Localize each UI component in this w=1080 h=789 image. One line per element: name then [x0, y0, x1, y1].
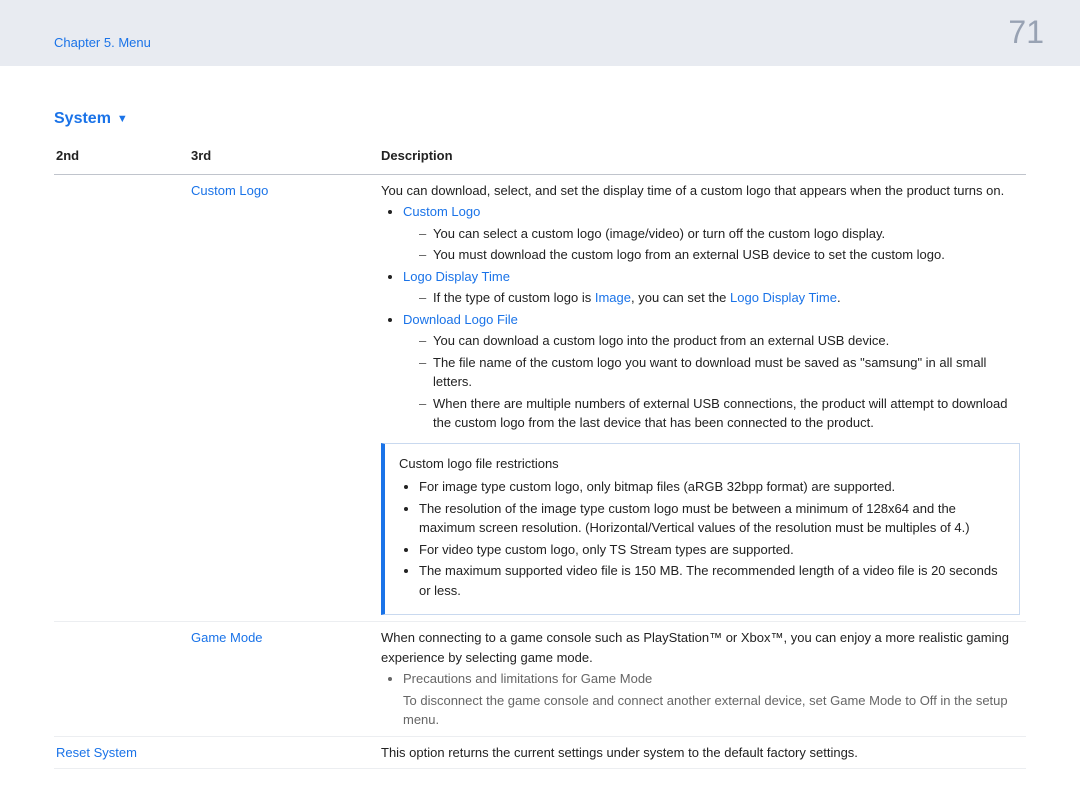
sub-custom-logo-d2: You must download the custom logo from a…	[419, 245, 1020, 265]
section-title: System	[54, 110, 111, 128]
reset-system-link[interactable]: Reset System	[56, 745, 137, 760]
cell-3rd	[189, 736, 379, 769]
sub-download-d3: When there are multiple numbers of exter…	[419, 394, 1020, 433]
page-content: System ▼ 2nd 3rd Description Custom Logo…	[0, 66, 1080, 789]
table-row: Custom Logo You can download, select, an…	[54, 174, 1026, 622]
cell-description: This option returns the current settings…	[379, 736, 1026, 769]
cell-description: When connecting to a game console such a…	[379, 622, 1026, 737]
game-mode-subline: To disconnect the game console and conne…	[403, 691, 1020, 730]
chapter-title: Chapter 5. Menu	[54, 35, 151, 50]
table-row: Reset System This option returns the cur…	[54, 736, 1026, 769]
header-bar: Chapter 5. Menu 71	[0, 0, 1080, 66]
cell-2nd	[54, 622, 189, 737]
cell-2nd: Reset System	[54, 736, 189, 769]
sub-logo-display-time-d1: If the type of custom logo is Image, you…	[419, 288, 1020, 308]
cell-3rd: Game Mode	[189, 622, 379, 737]
col-header-description: Description	[379, 140, 1026, 174]
game-mode-subtitle: Precautions and limitations for Game Mod…	[403, 669, 1020, 689]
custom-logo-intro: You can download, select, and set the di…	[381, 181, 1020, 201]
dropdown-icon: ▼	[117, 113, 128, 125]
menu-table: 2nd 3rd Description Custom Logo You can …	[54, 140, 1026, 769]
page-number: 71	[1008, 14, 1044, 51]
note-b4: The maximum supported video file is 150 …	[419, 561, 1005, 600]
game-mode-link[interactable]: Game Mode	[191, 630, 263, 645]
section-heading-system[interactable]: System ▼	[54, 110, 128, 128]
table-header-row: 2nd 3rd Description	[54, 140, 1026, 174]
col-header-2nd: 2nd	[54, 140, 189, 174]
sub-download-d2: The file name of the custom logo you wan…	[419, 353, 1020, 392]
sub-download-logo-file-title: Download Logo File	[403, 312, 518, 327]
sub-custom-logo-title: Custom Logo	[403, 204, 480, 219]
sub-custom-logo-d1: You can select a custom logo (image/vide…	[419, 224, 1020, 244]
game-mode-intro: When connecting to a game console such a…	[381, 628, 1020, 667]
note-b1: For image type custom logo, only bitmap …	[419, 477, 1005, 497]
reset-system-intro: This option returns the current settings…	[381, 745, 858, 760]
note-b2: The resolution of the image type custom …	[419, 499, 1005, 538]
sub-logo-display-time-title: Logo Display Time	[403, 269, 510, 284]
sub-download-d1: You can download a custom logo into the …	[419, 331, 1020, 351]
cell-description: You can download, select, and set the di…	[379, 174, 1026, 622]
table-row: Game Mode When connecting to a game cons…	[54, 622, 1026, 737]
cell-3rd: Custom Logo	[189, 174, 379, 622]
note-b3: For video type custom logo, only TS Stre…	[419, 540, 1005, 560]
cell-2nd	[54, 174, 189, 622]
restrictions-note: Custom logo file restrictions For image …	[381, 443, 1020, 616]
col-header-3rd: 3rd	[189, 140, 379, 174]
note-title: Custom logo file restrictions	[399, 454, 1005, 474]
custom-logo-link[interactable]: Custom Logo	[191, 183, 268, 198]
